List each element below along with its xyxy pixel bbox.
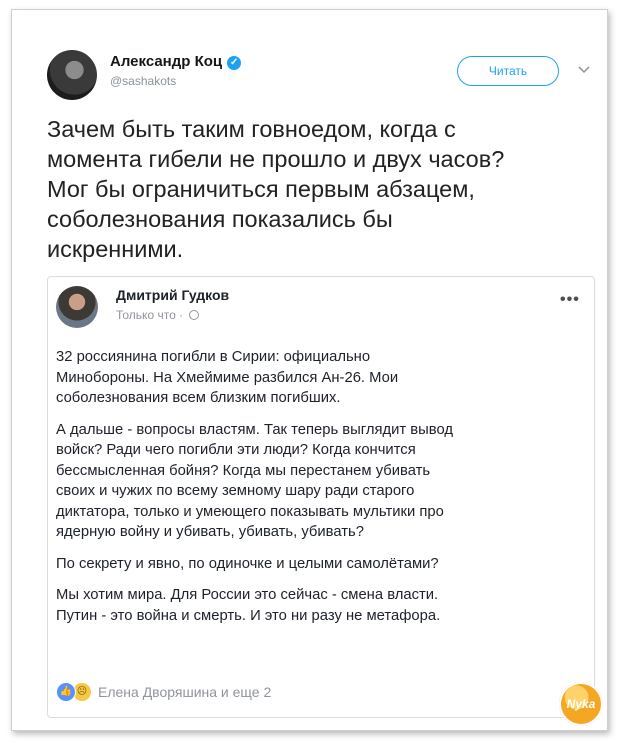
embed-timestamp: Только что ·: [116, 308, 200, 322]
embed-line: войск? Ради чего погибли эти люди? Когда…: [56, 442, 416, 458]
embed-line: диктатора, только и умеющего показывать …: [56, 503, 444, 520]
reactions-bar[interactable]: 👍 ☹ Елена Дворяшина и еще 2: [56, 682, 271, 702]
chevron-down-icon[interactable]: [577, 62, 591, 76]
embed-line: По секрету и явно, по одиночке и целыми …: [56, 555, 439, 572]
embed-paragraph: По секрету и явно, по одиночке и целыми …: [56, 554, 591, 575]
more-icon[interactable]: •••: [560, 291, 580, 309]
author-name[interactable]: Александр Коц ✓: [110, 53, 242, 70]
globe-icon: [189, 310, 200, 320]
embed-line: бессмысленная бойня? Когда мы перестанем…: [56, 462, 431, 479]
author-handle[interactable]: @sashakots: [110, 74, 176, 88]
tweet-text-line: момента гибели не прошло и двух часов?: [47, 146, 505, 172]
embed-paragraph: А дальше - вопросы властям. Так теперь в…: [56, 420, 591, 543]
embedded-facebook-post[interactable]: Дмитрий Гудков Только что · ••• 32 росси…: [47, 276, 595, 718]
embed-author-name[interactable]: Дмитрий Гудков: [116, 287, 229, 303]
embed-line: Минобороны. На Хмеймиме разбился Ан-26. …: [56, 369, 399, 386]
tweet-text: Зачем быть таким говноедом, когда с моме…: [47, 114, 607, 264]
tweet-text-line: Мог бы ограничиться первым абзацем,: [47, 176, 475, 202]
author-name-text[interactable]: Александр Коц: [110, 53, 222, 70]
embed-paragraph: Мы хотим мира. Для России это сейчас - с…: [56, 585, 591, 626]
watermark-logo: Nyka: [559, 682, 603, 726]
embed-line: ядерную войну и убивать, убивать, убиват…: [56, 524, 364, 540]
embed-timestamp-text[interactable]: Только что: [116, 308, 176, 322]
embed-line: Путин - это война и смерть. И это ни раз…: [56, 607, 441, 624]
follow-button[interactable]: Читать: [457, 56, 559, 86]
embed-line: А дальше - вопросы властям. Так теперь в…: [56, 421, 453, 438]
embed-paragraph: 32 россиянина погибли в Сирии: официальн…: [56, 347, 591, 409]
embed-line: Мы хотим мира. Для России это сейчас - с…: [56, 587, 439, 603]
embed-line: соболезнования всем близким погибших.: [56, 390, 341, 406]
embed-line: 32 россиянина погибли в Сирии: официальн…: [56, 349, 371, 365]
embed-body: 32 россиянина погибли в Сирии: официальн…: [56, 347, 591, 637]
tweet-card: Александр Коц ✓ @sashakots Читать Зачем б…: [11, 9, 608, 731]
embed-line: своих и чужих по всему земному шару ради…: [56, 483, 415, 499]
tweet-text-line: Зачем быть таким говноедом, когда с: [47, 116, 456, 142]
like-icon: 👍: [56, 682, 76, 702]
reactions-text[interactable]: Елена Дворяшина и еще 2: [98, 684, 271, 700]
tweet-text-line: искренними.: [47, 236, 184, 262]
verified-icon: ✓: [227, 56, 242, 70]
embed-avatar[interactable]: [56, 286, 98, 328]
tweet-text-line: соболезнования показались бы: [47, 206, 393, 232]
avatar[interactable]: [47, 50, 97, 100]
